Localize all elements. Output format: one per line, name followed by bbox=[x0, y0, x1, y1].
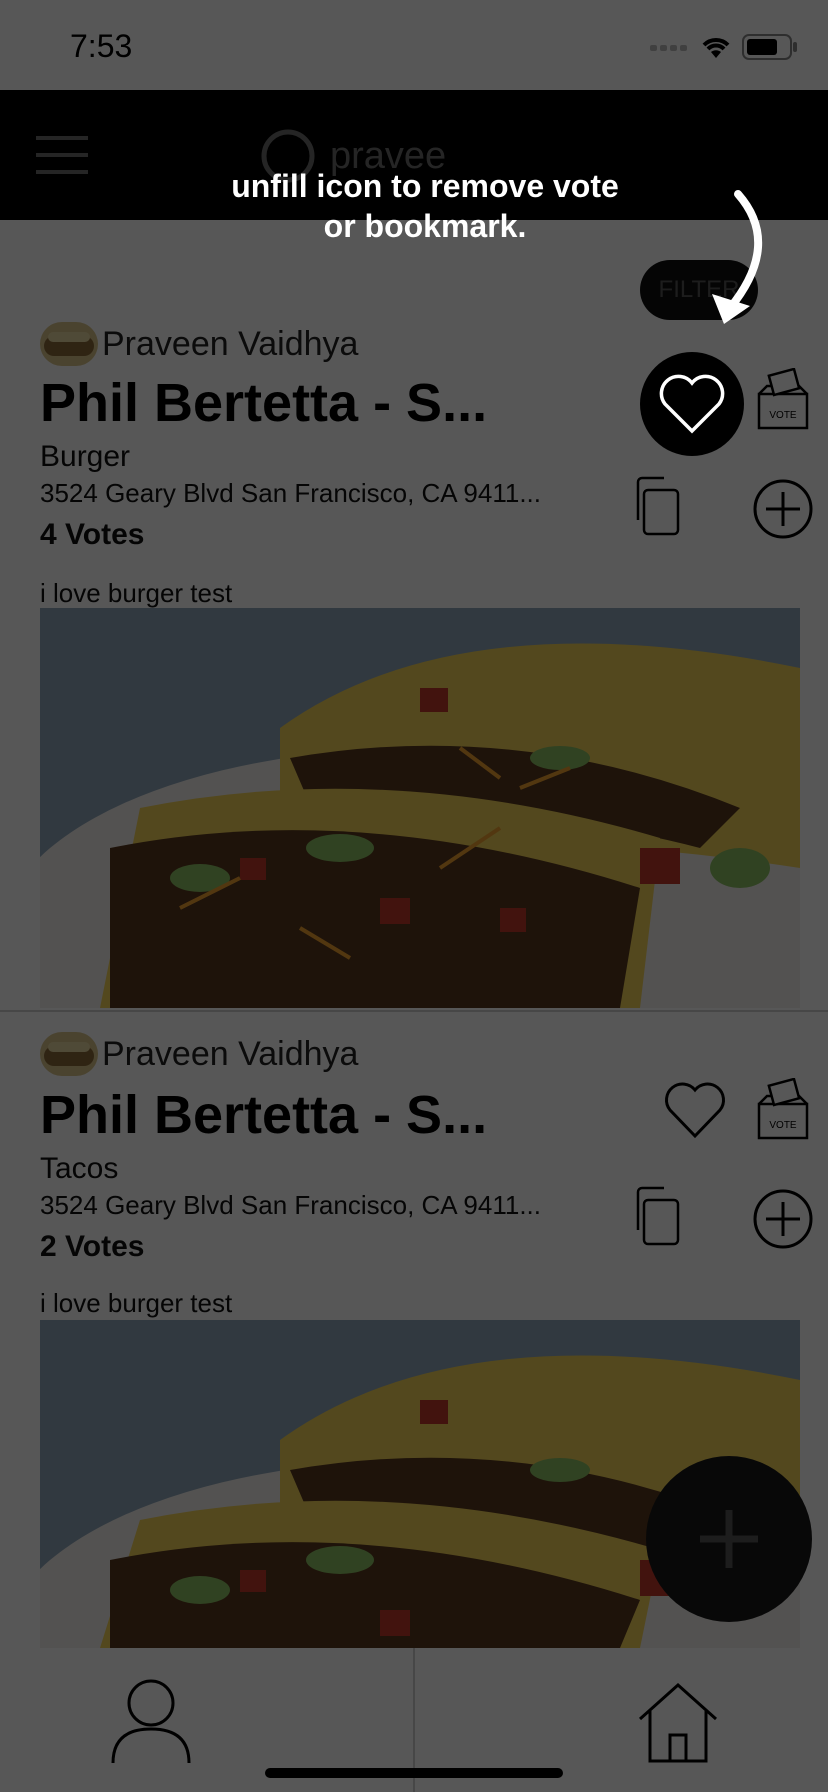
copy-icon[interactable] bbox=[630, 1186, 684, 1246]
heart-icon[interactable] bbox=[662, 1078, 728, 1142]
author-name: Praveen Vaidhya bbox=[102, 324, 359, 363]
vote-count: 2 Votes bbox=[40, 1230, 145, 1263]
vote-box-icon[interactable]: VOTE bbox=[754, 368, 814, 432]
home-icon bbox=[638, 1682, 718, 1763]
menu-icon[interactable] bbox=[36, 136, 88, 174]
post-description: i love burger test bbox=[40, 1288, 233, 1318]
vote-icon-label: VOTE bbox=[769, 1120, 797, 1131]
avatar bbox=[40, 322, 98, 366]
restaurant-name[interactable]: Phil Bertetta - S... bbox=[40, 1084, 540, 1146]
restaurant-name[interactable]: Phil Bertetta - S... bbox=[40, 372, 540, 434]
cuisine-label: Burger bbox=[40, 440, 131, 473]
author-name: Praveen Vaidhya bbox=[102, 1034, 359, 1073]
add-icon[interactable] bbox=[752, 1188, 814, 1250]
copy-icon[interactable] bbox=[630, 476, 684, 536]
address-label: 3524 Geary Blvd San Francisco, CA 9411..… bbox=[40, 1190, 542, 1220]
post-author[interactable]: Praveen Vaidhya bbox=[40, 322, 358, 366]
tab-home[interactable] bbox=[636, 1678, 720, 1766]
status-bar: 7:53 bbox=[0, 0, 828, 90]
profile-icon bbox=[111, 1679, 191, 1764]
card-divider bbox=[0, 1010, 828, 1012]
create-post-button[interactable] bbox=[646, 1456, 812, 1622]
plus-icon bbox=[700, 1510, 758, 1568]
address-label: 3524 Geary Blvd San Francisco, CA 9411..… bbox=[40, 478, 542, 508]
tab-profile[interactable] bbox=[108, 1676, 194, 1766]
tutorial-tip: unfill icon to remove vote or bookmark. bbox=[231, 168, 619, 244]
add-icon[interactable] bbox=[752, 478, 814, 540]
home-indicator bbox=[265, 1768, 563, 1778]
vote-box-icon[interactable]: VOTE bbox=[754, 1078, 814, 1142]
status-time: 7:53 bbox=[70, 28, 133, 64]
tab-bar bbox=[0, 1648, 828, 1792]
food-image bbox=[40, 608, 800, 1008]
liked-heart-button[interactable] bbox=[640, 352, 744, 456]
wifi-icon bbox=[702, 38, 730, 58]
status-icons bbox=[650, 34, 798, 60]
avatar bbox=[40, 1032, 98, 1076]
post-description: i love burger test bbox=[40, 578, 233, 608]
curved-arrow-icon bbox=[712, 190, 762, 324]
signal-icon bbox=[650, 45, 687, 51]
post-author[interactable]: Praveen Vaidhya bbox=[40, 1032, 358, 1076]
vote-icon-label: VOTE bbox=[769, 410, 797, 421]
heart-icon bbox=[659, 374, 725, 434]
battery-icon bbox=[742, 34, 797, 60]
cuisine-label: Tacos bbox=[40, 1152, 119, 1185]
vote-count: 4 Votes bbox=[40, 518, 145, 551]
